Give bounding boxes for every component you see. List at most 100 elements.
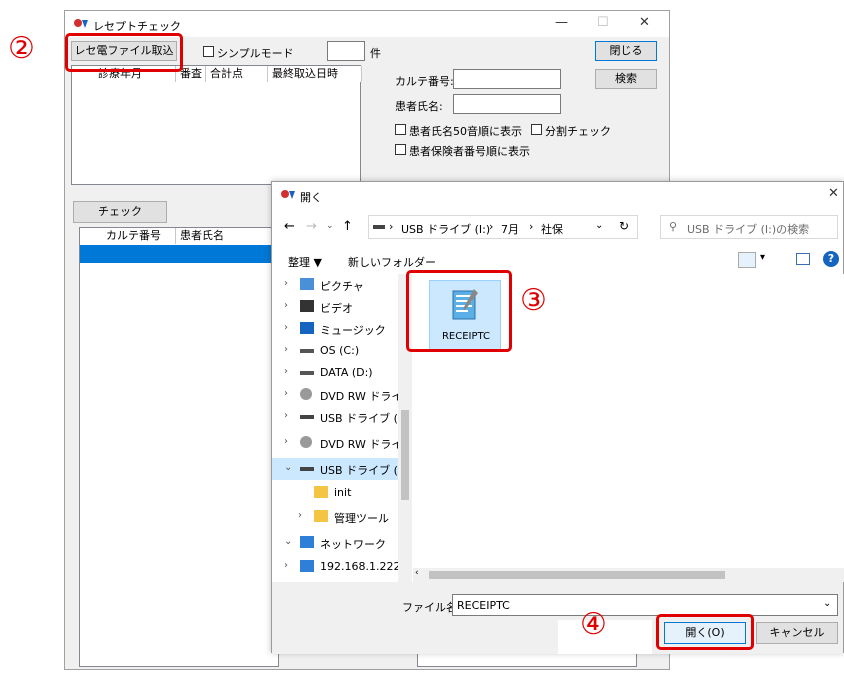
tree-item[interactable]: ⌄ USB ドライブ (I:) (272, 458, 409, 480)
expand-chevron-icon[interactable]: ⌄ (284, 462, 292, 473)
expand-chevron-icon[interactable]: › (284, 300, 288, 311)
tree-item[interactable]: › 192.168.1.222 (272, 556, 402, 578)
address-bar[interactable]: › USB ドライブ (I:) › 7月 › 社保 ⌄ ↻ (368, 215, 638, 239)
tree-item[interactable]: init (286, 482, 412, 504)
expand-chevron-icon[interactable]: ⌄ (284, 536, 292, 547)
expand-chevron-icon[interactable]: › (298, 510, 302, 521)
expand-chevron-icon[interactable]: › (284, 410, 288, 421)
expand-chevron-icon[interactable]: › (284, 366, 288, 377)
tree-item[interactable]: › ピクチャ (272, 274, 402, 296)
folder-icon (314, 510, 328, 522)
history-list[interactable]: 診療年月 番査 合計点 最終取込日時 (71, 65, 362, 185)
selected-row[interactable] (80, 245, 280, 263)
tree-item[interactable]: › DVD RW ドライブ ( (272, 384, 412, 406)
expand-chevron-icon[interactable]: › (284, 388, 288, 399)
step-4-callout: ④ (580, 607, 607, 642)
minimize-icon[interactable]: — (555, 15, 568, 30)
tree-item-label: ネットワーク (320, 538, 386, 551)
scrollbar-thumb[interactable] (401, 410, 409, 500)
drive-icon (300, 349, 314, 353)
view-mode-icon[interactable] (738, 252, 756, 268)
dialog-footer: ファイル名(N): RECEIPTC ⌄ 開く(O) キャンセル (272, 582, 843, 654)
close-window-icon[interactable]: ✕ (639, 15, 650, 30)
expand-chevron-icon[interactable]: › (284, 278, 288, 289)
preview-pane-icon[interactable] (796, 253, 810, 265)
search-icon: ⚲ (669, 220, 678, 233)
filename-dropdown-icon[interactable]: ⌄ (823, 598, 831, 609)
computer-icon (300, 560, 314, 572)
tree-item[interactable]: › OS (C:) (272, 340, 402, 362)
sort-50on-checkbox[interactable] (395, 124, 406, 135)
tree-item-label: USB ドライブ (I:) (320, 412, 410, 425)
dvd-icon (300, 388, 312, 400)
cancel-button[interactable]: キャンセル (756, 622, 838, 644)
organize-button[interactable]: 整理 ▼ (288, 254, 322, 270)
app-icon (281, 190, 295, 199)
up-arrow-icon[interactable]: ↑ (342, 219, 353, 234)
check-button[interactable]: チェック (73, 201, 167, 223)
column-header[interactable]: 患者氏名 (176, 228, 280, 244)
help-icon[interactable]: ? (823, 251, 839, 267)
chart-number-input[interactable] (453, 69, 561, 89)
pictures-icon (300, 278, 314, 290)
sort-insurer-label: 患者保険者番号順に表示 (409, 145, 530, 158)
step-4-highlight (656, 614, 754, 650)
tree-item-label: ピクチャ (320, 280, 364, 293)
tree-item[interactable]: › USB ドライブ (I:) (272, 406, 409, 428)
close-dialog-icon[interactable]: ✕ (828, 186, 839, 201)
simple-mode-checkbox[interactable] (203, 46, 214, 57)
navigation-tree[interactable]: › ピクチャ › ビデオ › ミュージック › OS (C:) › DATA (D:) › DVD R… (272, 274, 412, 582)
breadcrumb-item[interactable]: USB ドライブ (I:) (401, 221, 490, 237)
breadcrumb-item[interactable]: 7月 (501, 221, 519, 237)
count-field[interactable] (327, 41, 365, 61)
address-dropdown-icon[interactable]: ⌄ (595, 220, 603, 231)
sort-insurer-checkbox[interactable] (395, 144, 406, 155)
back-arrow-icon[interactable]: ← (284, 219, 295, 234)
tree-item-label: USB ドライブ (I:) (320, 464, 410, 477)
expand-chevron-icon[interactable]: › (284, 344, 288, 355)
dialog-toolbar: 整理 ▼ 新しいフォルダー ▾ ? (272, 246, 843, 274)
tree-item-label: init (334, 486, 352, 499)
split-check-checkbox[interactable] (531, 124, 542, 135)
expand-chevron-icon[interactable]: › (284, 436, 288, 447)
refresh-icon[interactable]: ↻ (619, 219, 629, 233)
new-folder-button[interactable]: 新しいフォルダー (348, 254, 436, 270)
patient-name-input[interactable] (453, 94, 561, 114)
tree-item-label: 管理ツール (334, 512, 389, 525)
maximize-icon[interactable]: ☐ (597, 15, 609, 30)
forward-arrow-icon[interactable]: → (306, 219, 317, 234)
tree-item-label: ミュージック (320, 324, 386, 337)
app-icon (74, 19, 88, 28)
hscroll-thumb[interactable] (429, 571, 725, 579)
breadcrumb-item[interactable]: 社保 (541, 221, 563, 237)
tree-item[interactable]: › ミュージック (272, 318, 402, 340)
search-button[interactable]: 検索 (595, 69, 657, 89)
tree-item[interactable]: › ビデオ (272, 296, 402, 318)
filename-input[interactable]: RECEIPTC ⌄ (452, 594, 838, 616)
usb-icon (300, 415, 314, 419)
recent-chevron-icon[interactable]: ⌄ (326, 221, 334, 231)
column-header[interactable]: 合計点 (206, 66, 268, 82)
tree-item[interactable]: › 管理ツール (286, 506, 412, 528)
tree-item[interactable]: › DATA (D:) (272, 362, 402, 384)
patient-name-label: 患者氏名: (395, 100, 443, 113)
scroll-left-icon[interactable]: ‹ (415, 568, 419, 578)
column-header[interactable]: 最終取込日時 (268, 66, 362, 82)
expand-chevron-icon[interactable]: › (284, 322, 288, 333)
step-3-highlight (406, 270, 512, 352)
expand-chevron-icon[interactable]: › (284, 560, 288, 571)
column-header[interactable]: カルテ番号 (102, 228, 176, 244)
horizontal-scrollbar[interactable]: ‹ (413, 568, 844, 582)
tree-item[interactable]: ›DVD RW ドライブ (E (272, 432, 412, 454)
tree-item[interactable]: ⌄ ネットワーク (272, 532, 402, 554)
drive-icon (300, 371, 314, 375)
simple-mode-label: シンプルモード (217, 47, 294, 60)
view-dropdown-icon[interactable]: ▾ (760, 252, 765, 263)
patient-list[interactable]: カルテ番号 患者氏名 (79, 227, 280, 667)
step-3-callout: ③ (520, 283, 547, 318)
usb-drive-icon (373, 225, 385, 229)
close-button[interactable]: 閉じる (595, 41, 657, 61)
count-unit-label: 件 (370, 47, 381, 60)
filename-value: RECEIPTC (457, 599, 510, 612)
search-box[interactable]: ⚲ USB ドライブ (I:)の検索 (660, 215, 838, 239)
